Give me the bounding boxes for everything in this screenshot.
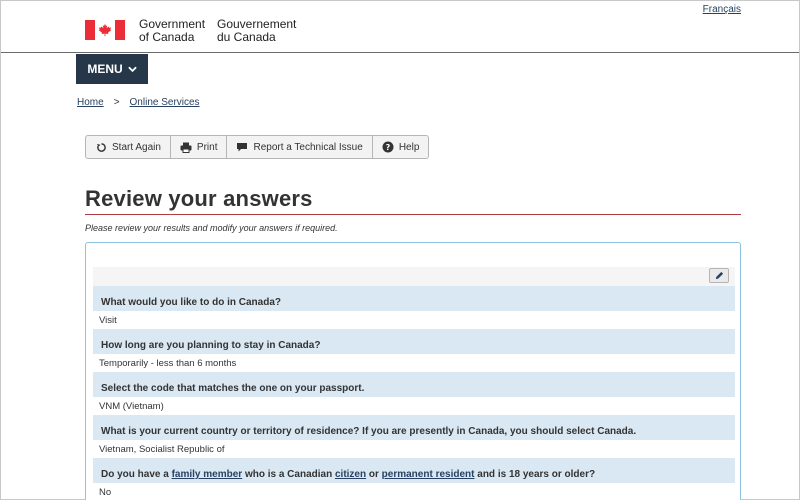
svg-text:?: ? bbox=[385, 143, 390, 152]
answer-item: Select the code that matches the one on … bbox=[93, 372, 735, 415]
gov-en-line2: of Canada bbox=[139, 30, 195, 44]
restart-icon bbox=[95, 141, 107, 153]
gouvernement-du-canada-wordmark: Gouvernement du Canada bbox=[217, 18, 296, 44]
maple-leaf-icon bbox=[98, 23, 112, 37]
title-divider bbox=[85, 214, 741, 215]
question-text-part: and is 18 years or older? bbox=[474, 469, 596, 480]
canada-flag-logo bbox=[85, 20, 125, 40]
breadcrumb-separator: > bbox=[113, 97, 120, 108]
question-text: Do you have a family member who is a Can… bbox=[93, 458, 735, 483]
family-member-link[interactable]: family member bbox=[172, 469, 243, 480]
print-icon bbox=[180, 141, 192, 153]
government-of-canada-wordmark: Government of Canada bbox=[139, 18, 205, 44]
report-issue-label: Report a Technical Issue bbox=[253, 141, 363, 153]
answer-item: What would you like to do in Canada? Vis… bbox=[93, 286, 735, 329]
answer-item: How long are you planning to stay in Can… bbox=[93, 329, 735, 372]
help-label: Help bbox=[398, 141, 420, 153]
edit-answers-button[interactable] bbox=[709, 268, 729, 283]
language-toggle-link[interactable]: Français bbox=[703, 4, 741, 15]
print-label: Print bbox=[196, 141, 218, 153]
comment-icon bbox=[236, 141, 248, 153]
action-toolbar: Start Again Print Report a Technical Iss… bbox=[85, 135, 430, 159]
site-header: Français Government of Canada Gouverneme… bbox=[1, 1, 799, 53]
breadcrumb-home-link[interactable]: Home bbox=[77, 97, 104, 108]
question-text-part: Do you have a bbox=[101, 469, 172, 480]
answer-item: What is your current country or territor… bbox=[93, 415, 735, 458]
start-again-button[interactable]: Start Again bbox=[86, 136, 171, 158]
question-text: Select the code that matches the one on … bbox=[93, 372, 735, 397]
start-again-label: Start Again bbox=[112, 141, 161, 153]
pencil-icon bbox=[715, 271, 723, 280]
question-text: What would you like to do in Canada? bbox=[93, 286, 735, 311]
answer-item: Do you have a family member who is a Can… bbox=[93, 458, 735, 500]
help-icon: ? bbox=[382, 141, 394, 153]
menu-button[interactable]: MENU bbox=[76, 54, 148, 84]
chevron-down-icon bbox=[127, 66, 137, 72]
answer-text: Temporarily - less than 6 months bbox=[93, 354, 735, 372]
help-button[interactable]: ? Help bbox=[373, 136, 429, 158]
question-text-part: who is a Canadian bbox=[242, 469, 335, 480]
report-issue-button[interactable]: Report a Technical Issue bbox=[227, 136, 373, 158]
page-title: Review your answers bbox=[85, 186, 313, 211]
print-button[interactable]: Print bbox=[171, 136, 228, 158]
breadcrumb: Home > Online Services bbox=[77, 97, 200, 108]
question-text: What is your current country or territor… bbox=[93, 415, 735, 440]
citizen-link[interactable]: citizen bbox=[335, 469, 366, 480]
menu-label: MENU bbox=[87, 62, 123, 76]
gov-fr-line2: du Canada bbox=[217, 30, 276, 44]
breadcrumb-online-services-link[interactable]: Online Services bbox=[130, 97, 200, 108]
answers-panel: What would you like to do in Canada? Vis… bbox=[85, 242, 741, 500]
answer-text: No bbox=[93, 483, 735, 500]
answer-text: VNM (Vietnam) bbox=[93, 397, 735, 415]
answers-panel-toolbar bbox=[93, 267, 735, 286]
intro-text: Please review your results and modify yo… bbox=[85, 223, 338, 233]
answer-text: Visit bbox=[93, 311, 735, 329]
permanent-resident-link[interactable]: permanent resident bbox=[382, 469, 475, 480]
question-text-part: or bbox=[366, 469, 382, 480]
question-text: How long are you planning to stay in Can… bbox=[93, 329, 735, 354]
answer-text: Vietnam, Socialist Republic of bbox=[93, 440, 735, 458]
